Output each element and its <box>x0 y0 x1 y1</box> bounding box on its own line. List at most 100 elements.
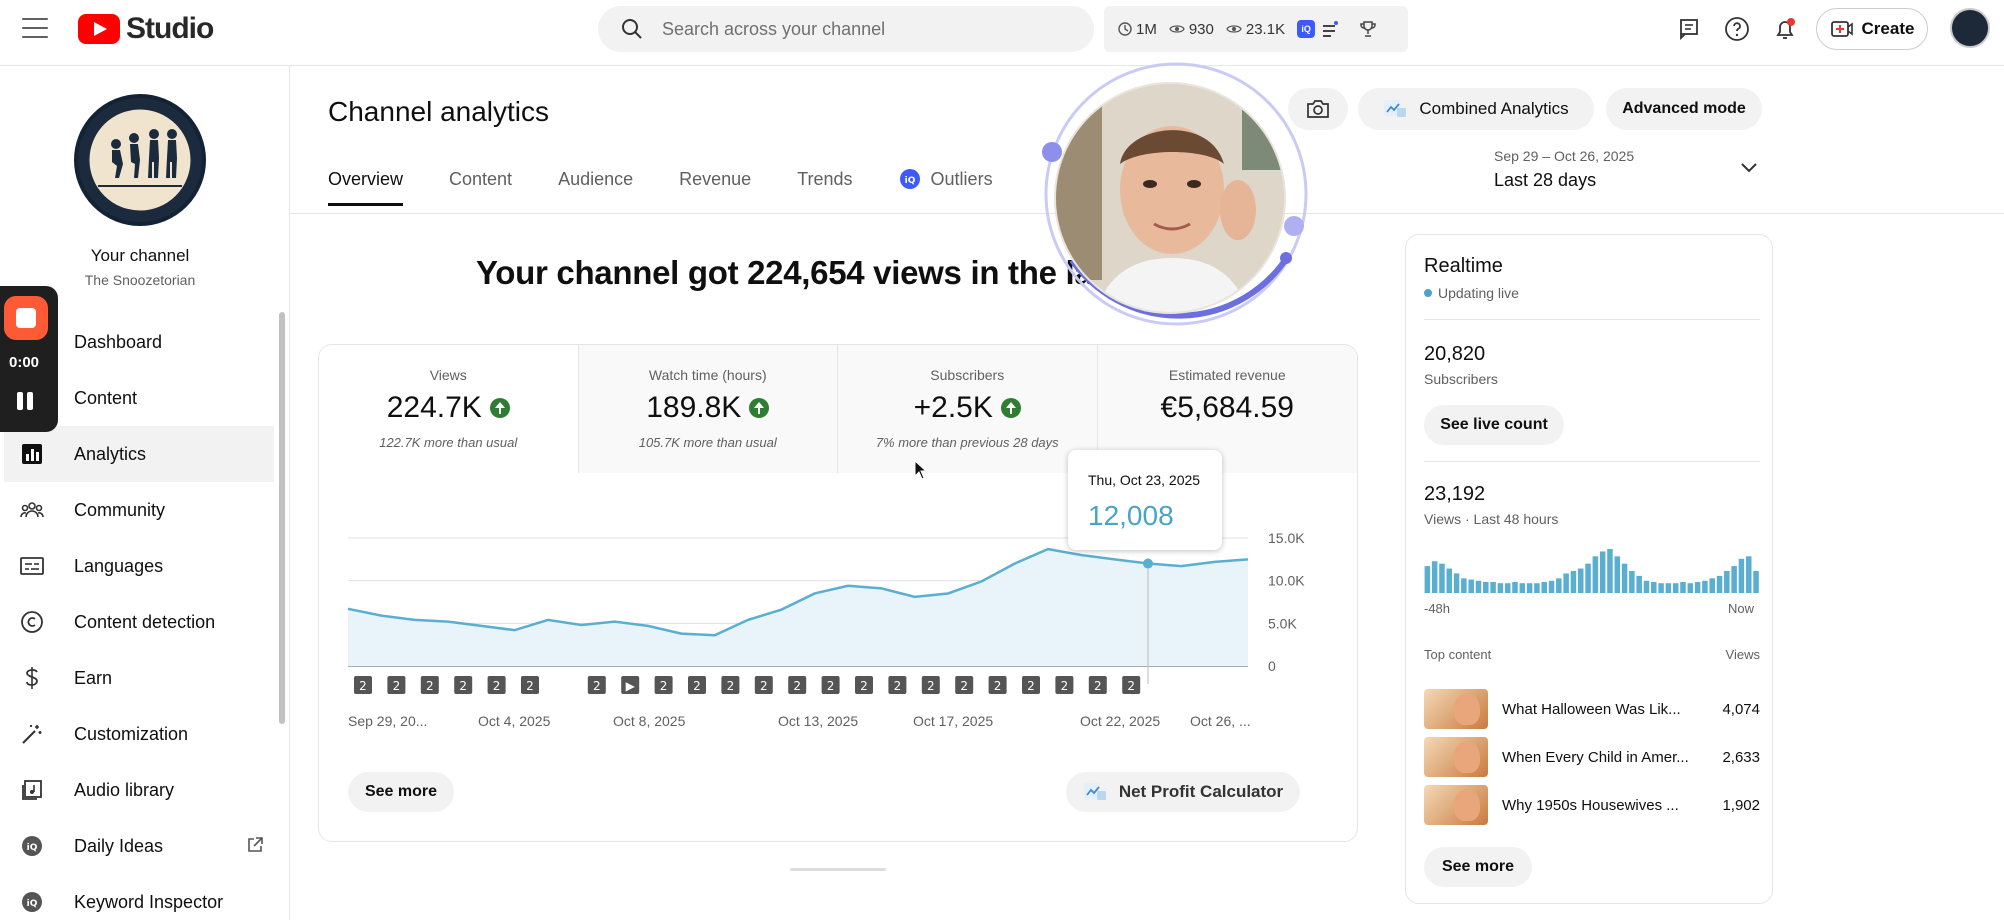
sidebar-item-customization[interactable]: Customization <box>0 706 280 762</box>
top-header: Studio 1M 930 23.1K iQ Create <box>0 0 2004 66</box>
divider <box>1424 319 1760 320</box>
create-button[interactable]: Create <box>1816 8 1928 50</box>
stat-a: 1M <box>1136 20 1157 38</box>
upload-marker-label: 2 <box>459 679 467 693</box>
upload-marker-label: 2 <box>526 679 534 693</box>
sidebar-item-daily-ideas[interactable]: iQ Daily Ideas <box>0 818 280 874</box>
screen-recorder-widget: 0:00 <box>0 286 58 432</box>
vidiq-icon[interactable]: iQ <box>1297 20 1316 38</box>
realtime-bar <box>1475 580 1482 593</box>
upload-marker-label: 2 <box>894 679 902 693</box>
upload-marker-label: 2 <box>994 679 1002 693</box>
realtime-subscribers-value: 20,820 <box>1424 343 1486 365</box>
magic-wand-icon <box>20 722 44 746</box>
realtime-bar <box>1563 573 1569 593</box>
vidiq-stats-pill[interactable]: 1M 930 23.1K iQ <box>1104 6 1408 52</box>
channel-avatar[interactable] <box>74 94 206 226</box>
search-input[interactable] <box>662 18 1042 40</box>
x-tick-label: Oct 22, 2025 <box>1080 713 1160 729</box>
realtime-bar <box>1731 566 1737 593</box>
video-thumbnail <box>1424 689 1488 729</box>
realtime-bar <box>1504 583 1511 593</box>
sidebar-item-languages[interactable]: Languages <box>0 538 280 594</box>
date-range-dates: Sep 29 – Oct 26, 2025 <box>1494 148 1635 164</box>
account-avatar[interactable] <box>1950 8 1990 48</box>
tab-audience[interactable]: Audience <box>558 168 633 206</box>
tab-content[interactable]: Content <box>449 168 512 206</box>
stop-recording-button[interactable] <box>4 296 48 340</box>
y-tick-label: 0 <box>1268 658 1276 674</box>
realtime-bar <box>1636 575 1642 593</box>
search-icon <box>622 19 642 39</box>
sidebar-item-earn[interactable]: Earn <box>0 650 280 706</box>
y-tick-label: 5.0K <box>1268 615 1297 631</box>
pause-icon[interactable] <box>14 390 36 412</box>
stat-c: 23.1K <box>1245 20 1286 38</box>
recording-time: 0:00 <box>8 354 40 371</box>
advanced-mode-button[interactable]: Advanced mode <box>1606 88 1762 130</box>
x-tick-label: Sep 29, 20... <box>348 713 427 729</box>
metric-views[interactable]: Views 224.7K 122.7K more than usual <box>319 345 579 473</box>
sidebar-item-label: Content detection <box>74 611 216 632</box>
top-content-row[interactable]: What Halloween Was Lik... 4,074 <box>1424 687 1760 731</box>
realtime-views-value: 23,192 <box>1424 483 1486 505</box>
feedback-icon[interactable] <box>1674 14 1704 44</box>
arrow-up-icon <box>1000 398 1021 418</box>
realtime-bar <box>1585 563 1591 593</box>
realtime-bar <box>1577 568 1584 593</box>
x-tick-label: Oct 17, 2025 <box>913 713 993 729</box>
realtime-bar <box>1621 563 1628 593</box>
trophy-icon[interactable] <box>1359 20 1377 38</box>
realtime-bar <box>1753 571 1759 593</box>
tab-revenue[interactable]: Revenue <box>679 168 751 206</box>
metric-watch-time[interactable]: Watch time (hours) 189.8K 105.7K more th… <box>578 345 838 473</box>
date-range-selector[interactable]: Sep 29 – Oct 26, 2025 Last 28 days <box>1494 148 1758 191</box>
menu-icon[interactable] <box>22 18 48 38</box>
tab-outliers[interactable]: iQ Outliers <box>899 168 993 206</box>
combined-analytics-button[interactable]: Combined Analytics <box>1358 88 1594 130</box>
metric-subscribers[interactable]: Subscribers +2.5K 7% more than previous … <box>838 345 1098 473</box>
realtime-bar <box>1483 582 1489 593</box>
sidebar-item-label: Daily Ideas <box>74 835 164 856</box>
realtime-bar <box>1599 551 1606 593</box>
realtime-bar <box>1724 571 1730 593</box>
realtime-bar <box>1694 582 1701 593</box>
net-profit-calculator-button[interactable]: Net Profit Calculator <box>1066 772 1300 812</box>
sidebar-item-keyword-inspector[interactable]: iQ Keyword Inspector <box>0 874 280 920</box>
top-content-row[interactable]: Why 1950s Housewives ... 1,902 <box>1424 783 1760 827</box>
chart-highlight-point <box>1143 558 1153 569</box>
sidebar-item-audio-library[interactable]: Audio library <box>0 762 280 818</box>
realtime-bar <box>1519 583 1526 593</box>
calculator-icon <box>1083 783 1106 800</box>
realtime-see-more-button[interactable]: See more <box>1424 847 1532 887</box>
realtime-bar <box>1745 556 1752 593</box>
realtime-bar <box>1439 563 1445 593</box>
realtime-bar-chart[interactable] <box>1424 547 1760 595</box>
video-thumbnail <box>1424 737 1488 777</box>
realtime-bar <box>1629 571 1635 593</box>
tab-overview[interactable]: Overview <box>328 168 404 206</box>
webcam-overlay <box>1042 62 1308 326</box>
sidebar-item-community[interactable]: Community <box>0 482 280 538</box>
sidebar-item-analytics[interactable]: Analytics <box>4 426 274 482</box>
sidebar-scrollbar[interactable] <box>279 312 285 724</box>
see-live-count-button[interactable]: See live count <box>1424 405 1564 445</box>
stat-b: 930 <box>1188 20 1214 38</box>
help-icon[interactable] <box>1722 14 1752 44</box>
realtime-bar <box>1716 575 1723 593</box>
studio-logo[interactable]: Studio <box>78 12 214 46</box>
notifications-bell-icon[interactable] <box>1770 14 1800 44</box>
search-bar[interactable] <box>598 6 1094 52</box>
upload-marker-label: 2 <box>727 679 735 693</box>
see-more-button[interactable]: See more <box>348 772 454 812</box>
sidebar-item-content-detection[interactable]: Content detection <box>0 594 280 650</box>
realtime-bar <box>1738 558 1745 593</box>
top-content-row[interactable]: When Every Child in Amer... 2,633 <box>1424 735 1760 779</box>
list-icon[interactable] <box>1321 21 1339 37</box>
realtime-bar <box>1592 556 1599 593</box>
evolution-logo-icon <box>86 106 194 214</box>
upload-marker-label: 2 <box>660 679 668 693</box>
upload-marker-label: 2 <box>426 679 434 693</box>
tab-trends[interactable]: Trends <box>797 168 852 206</box>
live-dot-icon <box>1424 289 1432 297</box>
